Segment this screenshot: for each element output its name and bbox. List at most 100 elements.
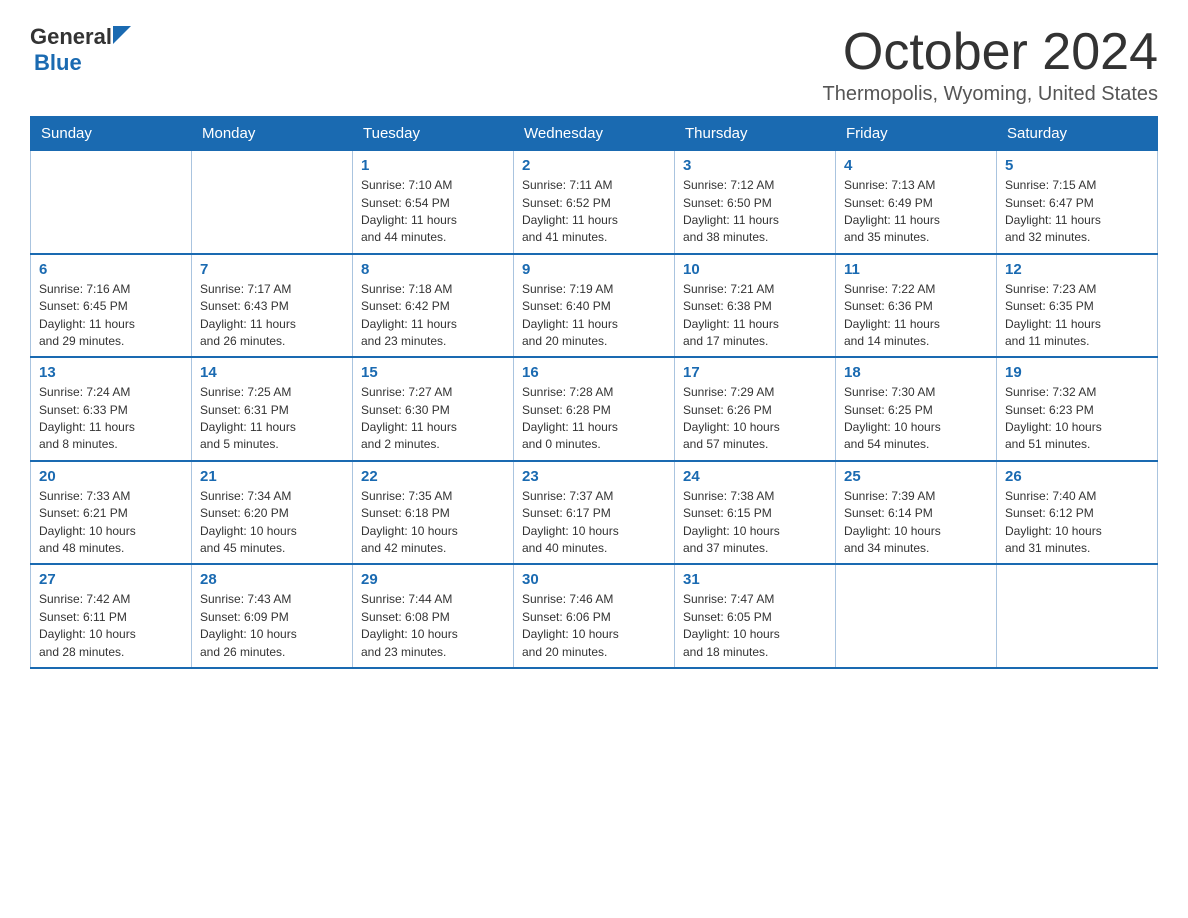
calendar-cell: 19Sunrise: 7:32 AM Sunset: 6:23 PM Dayli… bbox=[997, 357, 1158, 461]
day-info-text: Sunrise: 7:33 AM Sunset: 6:21 PM Dayligh… bbox=[39, 488, 183, 558]
day-number: 1 bbox=[361, 157, 505, 174]
day-info-text: Sunrise: 7:43 AM Sunset: 6:09 PM Dayligh… bbox=[200, 591, 344, 661]
calendar-cell: 25 Sunrise: 7:39 AM Sunset: 6:14 PM Dayli… bbox=[836, 461, 997, 565]
calendar-cell bbox=[997, 564, 1158, 668]
day-header-thursday: Thursday bbox=[675, 117, 836, 151]
calendar-cell: 8Sunrise: 7:18 AM Sunset: 6:42 PM Daylig… bbox=[353, 254, 514, 358]
day-number: 5 bbox=[1005, 157, 1149, 174]
day-info-text: Sunrise: 7:35 AM Sunset: 6:18 PM Dayligh… bbox=[361, 488, 505, 558]
calendar-cell: 13 Sunrise: 7:24 AM Sunset: 6:33 PM Dayli… bbox=[31, 357, 192, 461]
calendar-cell: 31Sunrise: 7:47 AM Sunset: 6:05 PM Dayli… bbox=[675, 564, 836, 668]
day-number: 12 bbox=[1005, 261, 1149, 278]
title-block: October 2024 Thermopolis, Wyoming, Unite… bbox=[822, 24, 1158, 106]
day-number: 16 bbox=[522, 364, 666, 381]
location-subtitle: Thermopolis, Wyoming, United States bbox=[822, 83, 1158, 106]
day-number: 4 bbox=[844, 157, 988, 174]
day-info-text: Sunrise: 7:10 AM Sunset: 6:54 PM Dayligh… bbox=[361, 177, 505, 247]
day-number: 2 bbox=[522, 157, 666, 174]
logo-blue-text: Blue bbox=[34, 50, 82, 76]
calendar-cell: 14Sunrise: 7:25 AM Sunset: 6:31 PM Dayli… bbox=[192, 357, 353, 461]
day-info-text: Sunrise: 7:27 AM Sunset: 6:30 PM Dayligh… bbox=[361, 384, 505, 454]
day-info-text: Sunrise: 7:39 AM Sunset: 6:14 PM Dayligh… bbox=[844, 488, 988, 558]
calendar-cell: 1 Sunrise: 7:10 AM Sunset: 6:54 PM Daylig… bbox=[353, 151, 514, 254]
day-info-text: Sunrise: 7:47 AM Sunset: 6:05 PM Dayligh… bbox=[683, 591, 827, 661]
day-number: 13 bbox=[39, 364, 183, 381]
day-number: 7 bbox=[200, 261, 344, 278]
day-header-tuesday: Tuesday bbox=[353, 117, 514, 151]
calendar-cell: 27Sunrise: 7:42 AM Sunset: 6:11 PM Dayli… bbox=[31, 564, 192, 668]
day-info-text: Sunrise: 7:22 AM Sunset: 6:36 PM Dayligh… bbox=[844, 281, 988, 351]
day-header-wednesday: Wednesday bbox=[514, 117, 675, 151]
day-number: 19 bbox=[1005, 364, 1149, 381]
day-info-text: Sunrise: 7:29 AM Sunset: 6:26 PM Dayligh… bbox=[683, 384, 827, 454]
day-number: 29 bbox=[361, 571, 505, 588]
day-number: 23 bbox=[522, 468, 666, 485]
calendar-cell: 9Sunrise: 7:19 AM Sunset: 6:40 PM Daylig… bbox=[514, 254, 675, 358]
logo: General Blue bbox=[30, 24, 131, 76]
day-info-text: Sunrise: 7:44 AM Sunset: 6:08 PM Dayligh… bbox=[361, 591, 505, 661]
day-number: 3 bbox=[683, 157, 827, 174]
day-number: 28 bbox=[200, 571, 344, 588]
day-number: 8 bbox=[361, 261, 505, 278]
day-info-text: Sunrise: 7:12 AM Sunset: 6:50 PM Dayligh… bbox=[683, 177, 827, 247]
day-number: 11 bbox=[844, 261, 988, 278]
day-info-text: Sunrise: 7:28 AM Sunset: 6:28 PM Dayligh… bbox=[522, 384, 666, 454]
logo-general-text: General bbox=[30, 24, 112, 50]
calendar-cell: 22 Sunrise: 7:35 AM Sunset: 6:18 PM Dayli… bbox=[353, 461, 514, 565]
calendar-cell: 10Sunrise: 7:21 AM Sunset: 6:38 PM Dayli… bbox=[675, 254, 836, 358]
calendar-cell: 6Sunrise: 7:16 AM Sunset: 6:45 PM Daylig… bbox=[31, 254, 192, 358]
day-number: 14 bbox=[200, 364, 344, 381]
calendar-table: SundayMondayTuesdayWednesdayThursdayFrid… bbox=[30, 116, 1158, 669]
day-info-text: Sunrise: 7:38 AM Sunset: 6:15 PM Dayligh… bbox=[683, 488, 827, 558]
calendar-cell: 4Sunrise: 7:13 AM Sunset: 6:49 PM Daylig… bbox=[836, 151, 997, 254]
day-info-text: Sunrise: 7:34 AM Sunset: 6:20 PM Dayligh… bbox=[200, 488, 344, 558]
calendar-cell: 30 Sunrise: 7:46 AM Sunset: 6:06 PM Dayli… bbox=[514, 564, 675, 668]
day-number: 25 bbox=[844, 468, 988, 485]
calendar-cell bbox=[192, 151, 353, 254]
day-header-friday: Friday bbox=[836, 117, 997, 151]
week-row-1: 1 Sunrise: 7:10 AM Sunset: 6:54 PM Daylig… bbox=[31, 151, 1158, 254]
calendar-cell: 5 Sunrise: 7:15 AM Sunset: 6:47 PM Daylig… bbox=[997, 151, 1158, 254]
calendar-cell: 7 Sunrise: 7:17 AM Sunset: 6:43 PM Daylig… bbox=[192, 254, 353, 358]
calendar-cell: 23 Sunrise: 7:37 AM Sunset: 6:17 PM Dayli… bbox=[514, 461, 675, 565]
calendar-cell: 15 Sunrise: 7:27 AM Sunset: 6:30 PM Dayli… bbox=[353, 357, 514, 461]
calendar-cell: 24 Sunrise: 7:38 AM Sunset: 6:15 PM Dayli… bbox=[675, 461, 836, 565]
day-number: 15 bbox=[361, 364, 505, 381]
day-info-text: Sunrise: 7:24 AM Sunset: 6:33 PM Dayligh… bbox=[39, 384, 183, 454]
calendar-cell: 12Sunrise: 7:23 AM Sunset: 6:35 PM Dayli… bbox=[997, 254, 1158, 358]
day-header-sunday: Sunday bbox=[31, 117, 192, 151]
month-year-title: October 2024 bbox=[822, 24, 1158, 81]
day-info-text: Sunrise: 7:17 AM Sunset: 6:43 PM Dayligh… bbox=[200, 281, 344, 351]
day-number: 18 bbox=[844, 364, 988, 381]
day-info-text: Sunrise: 7:37 AM Sunset: 6:17 PM Dayligh… bbox=[522, 488, 666, 558]
calendar-cell: 11 Sunrise: 7:22 AM Sunset: 6:36 PM Dayli… bbox=[836, 254, 997, 358]
day-number: 30 bbox=[522, 571, 666, 588]
day-header-saturday: Saturday bbox=[997, 117, 1158, 151]
calendar-cell bbox=[836, 564, 997, 668]
day-number: 17 bbox=[683, 364, 827, 381]
week-row-4: 20 Sunrise: 7:33 AM Sunset: 6:21 PM Dayli… bbox=[31, 461, 1158, 565]
week-row-3: 13 Sunrise: 7:24 AM Sunset: 6:33 PM Dayli… bbox=[31, 357, 1158, 461]
calendar-cell: 16 Sunrise: 7:28 AM Sunset: 6:28 PM Dayli… bbox=[514, 357, 675, 461]
calendar-cell bbox=[31, 151, 192, 254]
day-number: 20 bbox=[39, 468, 183, 485]
calendar-cell: 26 Sunrise: 7:40 AM Sunset: 6:12 PM Dayli… bbox=[997, 461, 1158, 565]
day-info-text: Sunrise: 7:46 AM Sunset: 6:06 PM Dayligh… bbox=[522, 591, 666, 661]
calendar-cell: 2 Sunrise: 7:11 AM Sunset: 6:52 PM Daylig… bbox=[514, 151, 675, 254]
day-info-text: Sunrise: 7:42 AM Sunset: 6:11 PM Dayligh… bbox=[39, 591, 183, 661]
day-number: 24 bbox=[683, 468, 827, 485]
calendar-cell: 21Sunrise: 7:34 AM Sunset: 6:20 PM Dayli… bbox=[192, 461, 353, 565]
day-number: 26 bbox=[1005, 468, 1149, 485]
day-info-text: Sunrise: 7:21 AM Sunset: 6:38 PM Dayligh… bbox=[683, 281, 827, 351]
day-info-text: Sunrise: 7:11 AM Sunset: 6:52 PM Dayligh… bbox=[522, 177, 666, 247]
calendar-cell: 3 Sunrise: 7:12 AM Sunset: 6:50 PM Daylig… bbox=[675, 151, 836, 254]
day-info-text: Sunrise: 7:16 AM Sunset: 6:45 PM Dayligh… bbox=[39, 281, 183, 351]
days-header-row: SundayMondayTuesdayWednesdayThursdayFrid… bbox=[31, 117, 1158, 151]
day-header-monday: Monday bbox=[192, 117, 353, 151]
week-row-2: 6Sunrise: 7:16 AM Sunset: 6:45 PM Daylig… bbox=[31, 254, 1158, 358]
day-info-text: Sunrise: 7:40 AM Sunset: 6:12 PM Dayligh… bbox=[1005, 488, 1149, 558]
calendar-cell: 17 Sunrise: 7:29 AM Sunset: 6:26 PM Dayli… bbox=[675, 357, 836, 461]
day-number: 22 bbox=[361, 468, 505, 485]
logo-triangle-icon bbox=[113, 26, 131, 44]
day-info-text: Sunrise: 7:15 AM Sunset: 6:47 PM Dayligh… bbox=[1005, 177, 1149, 247]
